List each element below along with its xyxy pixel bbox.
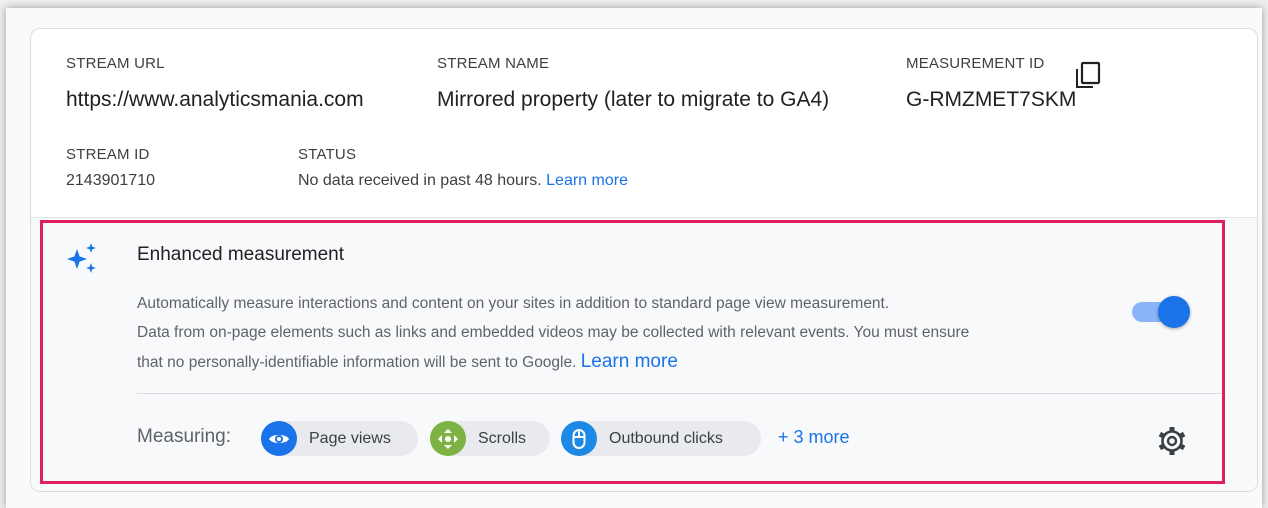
stream-url-label: STREAM URL xyxy=(66,55,165,72)
enhanced-measurement-toggle[interactable] xyxy=(1130,296,1190,328)
chip-label: Outbound clicks xyxy=(609,429,723,447)
enhanced-description-line-3: that no personally-identifiable informat… xyxy=(137,351,678,373)
enhanced-description-line-2: Data from on-page elements such as links… xyxy=(137,324,970,341)
status-text: No data received in past 48 hours. xyxy=(298,172,542,189)
enhanced-description-line-1: Automatically measure interactions and c… xyxy=(137,295,890,312)
scroll-arrows-icon xyxy=(430,421,466,456)
mouse-icon xyxy=(561,421,597,456)
eye-icon xyxy=(261,421,297,456)
status-value: No data received in past 48 hours. Learn… xyxy=(298,172,628,190)
more-events-link[interactable]: + 3 more xyxy=(778,427,850,448)
status-label: STATUS xyxy=(298,146,357,163)
gear-icon[interactable] xyxy=(1155,424,1189,458)
stream-id-value: 2143901710 xyxy=(66,172,155,189)
measurement-id-label: MEASUREMENT ID xyxy=(906,55,1045,72)
section-divider xyxy=(137,393,1226,394)
stream-id-label: STREAM ID xyxy=(66,146,150,163)
sparkle-icon xyxy=(67,243,96,273)
chip-outbound-clicks[interactable]: Outbound clicks xyxy=(561,421,761,456)
chip-label: Scrolls xyxy=(478,429,527,447)
stream-name-label: STREAM NAME xyxy=(437,55,550,72)
status-learn-more-link[interactable]: Learn more xyxy=(546,172,628,189)
measurement-id-value: G-RMZMET7SKM xyxy=(906,88,1077,111)
enhanced-description-text: that no personally-identifiable informat… xyxy=(137,354,577,371)
chip-scrolls[interactable]: Scrolls xyxy=(430,421,550,456)
measuring-label: Measuring: xyxy=(137,426,231,447)
copy-icon[interactable] xyxy=(1075,61,1101,89)
stream-url-value: https://www.analyticsmania.com xyxy=(66,88,364,111)
toggle-knob xyxy=(1158,296,1190,328)
chip-page-views[interactable]: Page views xyxy=(261,421,418,456)
enhanced-learn-more-link[interactable]: Learn more xyxy=(581,351,678,372)
chip-label: Page views xyxy=(309,429,391,447)
enhanced-measurement-title: Enhanced measurement xyxy=(137,244,345,265)
stream-name-value: Mirrored property (later to migrate to G… xyxy=(437,88,830,111)
